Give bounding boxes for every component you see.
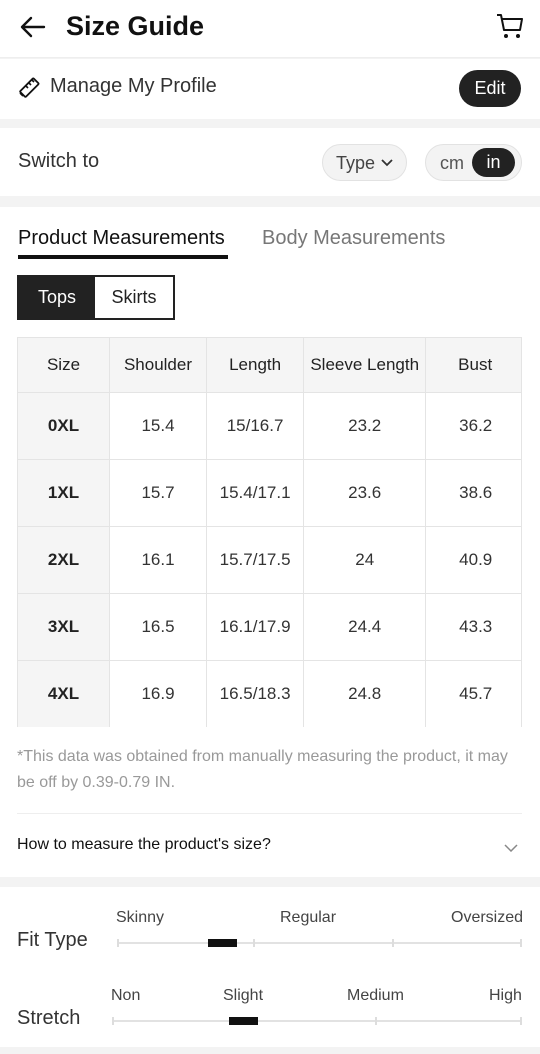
table-row: 0XL 15.4 15/16.7 23.2 36.2 — [18, 392, 522, 460]
table-cell: 45.7 — [425, 660, 522, 727]
size-cell: 3XL — [18, 593, 111, 661]
table-cell: 24 — [303, 526, 427, 594]
stretch-scale-label: Non — [111, 987, 141, 1004]
manage-profile-label: Manage My Profile — [50, 75, 217, 97]
table-cell: 38.6 — [425, 459, 522, 527]
track-tick — [392, 939, 394, 947]
fit-panel: Fit Type Skinny Regular Oversized Stretc… — [0, 887, 540, 1047]
stretch-scale-label: High — [489, 987, 522, 1004]
tab-product-measurements[interactable]: Product Measurements — [18, 227, 225, 250]
stretch-track — [112, 1020, 522, 1022]
table-row: 1XL 15.7 15.4/17.1 23.6 38.6 — [18, 459, 522, 527]
table-cell: 23.2 — [303, 392, 427, 460]
stretch-scale-label: Medium — [347, 987, 404, 1004]
size-cell: 4XL — [18, 660, 111, 727]
fit-type-marker — [208, 939, 237, 947]
table-cell: 16.1/17.9 — [206, 593, 305, 661]
track-tick — [117, 939, 119, 947]
track-tick — [253, 939, 255, 947]
table-cell: 16.5/18.3 — [206, 660, 305, 727]
fit-scale-label: Skinny — [116, 909, 165, 926]
fit-scale-label: Regular — [280, 909, 337, 926]
table-header-row: Size Shoulder Length Sleeve Length Bust — [18, 338, 522, 393]
table-cell: 15.4/17.1 — [206, 459, 305, 527]
table-row: 2XL 16.1 15.7/17.5 24 40.9 — [18, 526, 522, 594]
size-table: Size Shoulder Length Sleeve Length Bust … — [18, 338, 522, 727]
segment-skirts[interactable]: Skirts — [95, 277, 173, 318]
how-to-measure-label: How to measure the product's size? — [17, 836, 271, 853]
table-cell: 23.6 — [303, 459, 427, 527]
table-cell: 16.5 — [109, 593, 207, 661]
table-cell: 15/16.7 — [206, 392, 305, 460]
fit-type-label: Fit Type — [17, 929, 88, 951]
table-cell: 15.7/17.5 — [206, 526, 305, 594]
tab-body-measurements[interactable]: Body Measurements — [262, 227, 445, 250]
cart-icon[interactable] — [496, 12, 524, 40]
table-cell: 36.2 — [425, 392, 522, 460]
table-cell: 16.9 — [109, 660, 207, 727]
track-tick — [520, 939, 522, 947]
track-tick — [112, 1017, 114, 1025]
manage-profile-row[interactable]: Manage My Profile Edit — [0, 59, 540, 119]
stretch-marker — [229, 1017, 258, 1025]
table-row: 3XL 16.5 16.1/17.9 24.4 43.3 — [18, 593, 522, 661]
column-header: Size — [18, 338, 111, 393]
size-table-scroll[interactable]: Size Shoulder Length Sleeve Length Bust … — [17, 337, 522, 727]
ruler-icon — [19, 77, 40, 98]
column-header: Length — [206, 338, 305, 393]
size-cell: 0XL — [18, 392, 111, 460]
switch-row: Switch to Type cm in — [0, 128, 540, 196]
measurements-panel: Product Measurements Body Measurements T… — [0, 207, 540, 877]
switch-label: Switch to — [18, 150, 100, 172]
table-cell: 24.8 — [303, 660, 427, 727]
active-tab-indicator — [18, 255, 228, 259]
fit-scale-label: Oversized — [451, 909, 524, 926]
garment-segment-control: Tops Skirts — [17, 275, 175, 320]
column-header: Sleeve Length — [303, 338, 427, 393]
unit-toggle[interactable]: cm in — [425, 144, 522, 181]
segment-tops[interactable]: Tops — [19, 277, 95, 318]
page-title: Size Guide — [66, 11, 205, 41]
size-cell: 2XL — [18, 526, 111, 594]
fit-type-track — [117, 942, 522, 944]
column-header: Bust — [425, 338, 522, 393]
header-bar: Size Guide — [0, 0, 540, 58]
edit-button[interactable]: Edit — [459, 70, 521, 107]
table-cell: 43.3 — [425, 593, 522, 661]
chevron-down-icon — [381, 159, 393, 167]
stretch-label: Stretch — [17, 1007, 81, 1029]
measurement-disclaimer: *This data was obtained from manually me… — [17, 748, 508, 791]
table-cell: 16.1 — [109, 526, 207, 594]
size-cell: 1XL — [18, 459, 111, 527]
table-row: 4XL 16.9 16.5/18.3 24.8 45.7 — [18, 660, 522, 727]
chevron-down-icon — [504, 844, 518, 852]
table-cell: 15.7 — [109, 459, 207, 527]
table-cell: 24.4 — [303, 593, 427, 661]
type-dropdown[interactable]: Type — [322, 144, 407, 181]
table-cell: 15.4 — [109, 392, 207, 460]
column-header: Shoulder — [109, 338, 207, 393]
arrow-left-icon[interactable] — [18, 12, 48, 42]
how-to-measure-row[interactable]: How to measure the product's size? — [0, 814, 540, 876]
type-dropdown-label: Type — [336, 153, 376, 173]
stretch-scale-label: Slight — [223, 987, 264, 1004]
table-cell: 40.9 — [425, 526, 522, 594]
track-tick — [375, 1017, 377, 1025]
unit-in-option[interactable]: in — [472, 148, 515, 177]
track-tick — [520, 1017, 522, 1025]
unit-cm-option[interactable]: cm — [440, 153, 464, 174]
